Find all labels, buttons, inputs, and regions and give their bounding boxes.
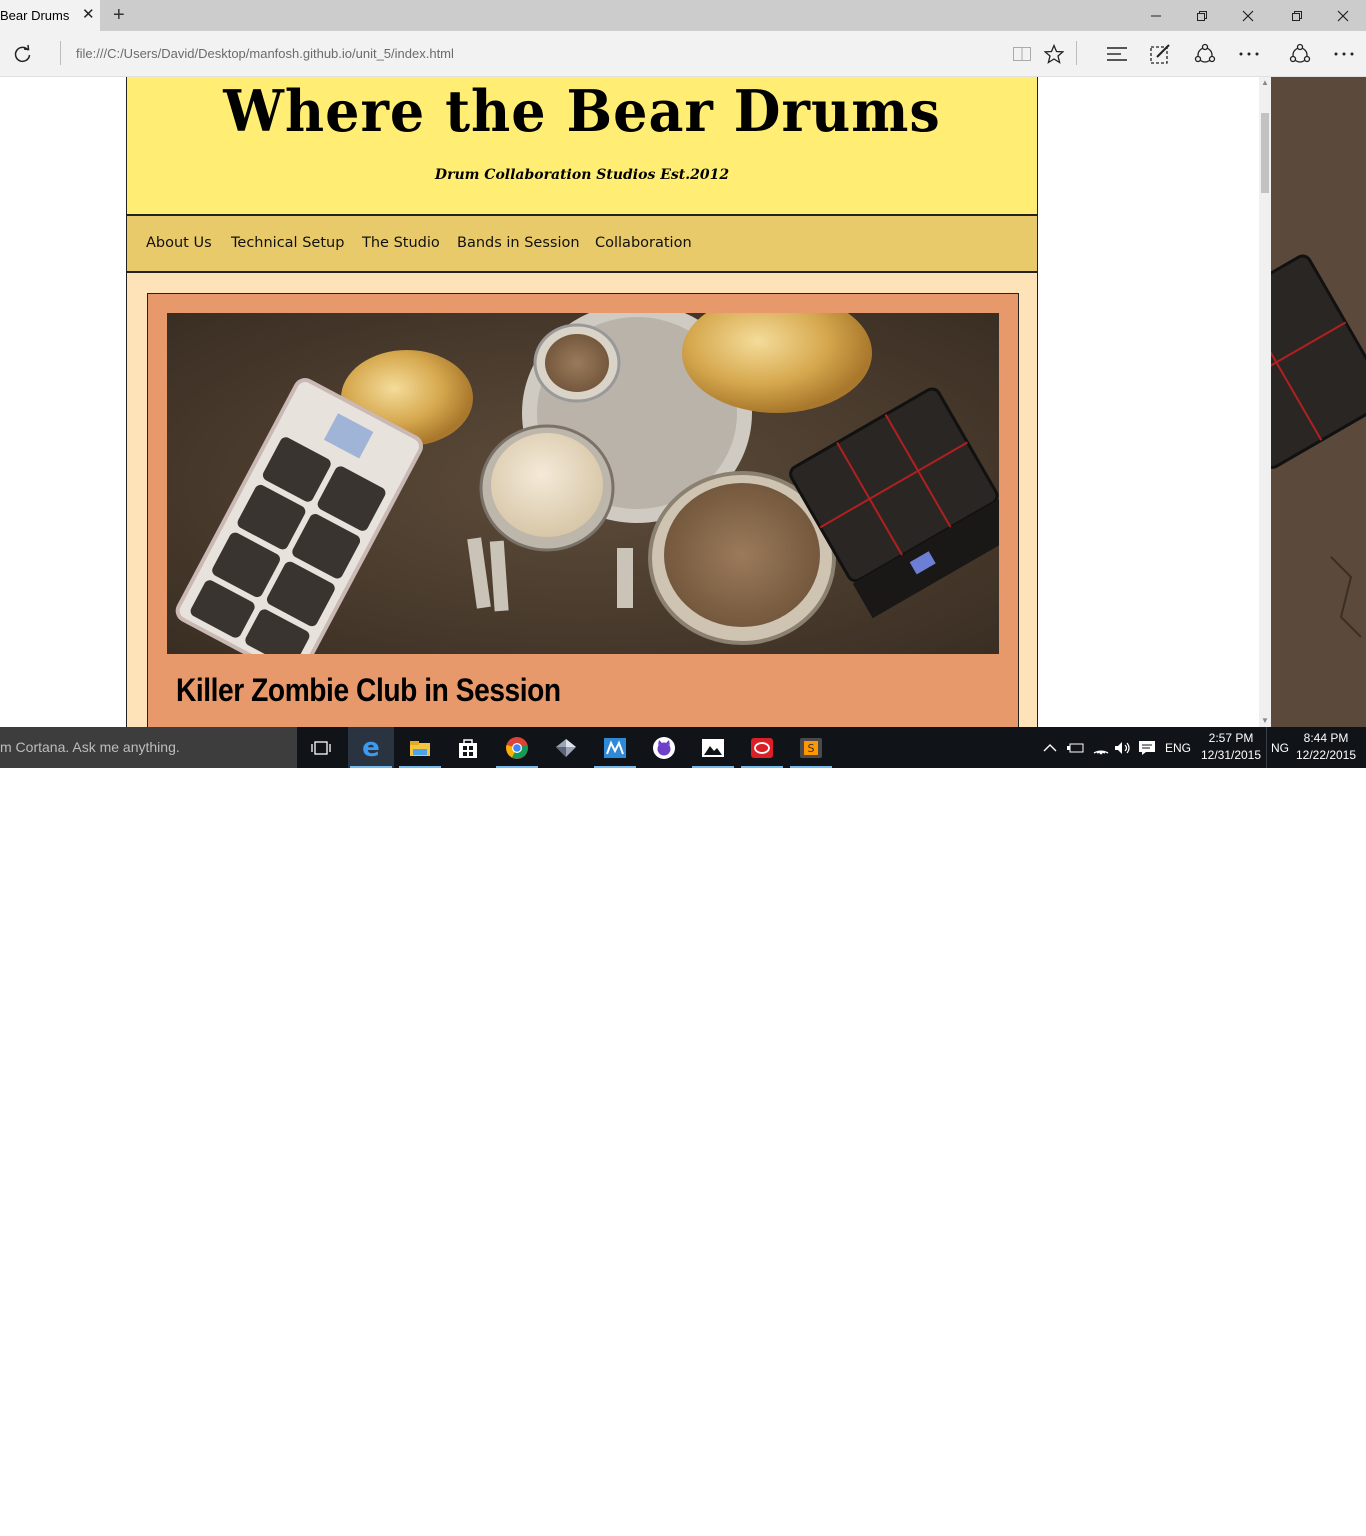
site-nav: About Us Technical Setup The Studio Band… bbox=[127, 216, 1037, 273]
browser-title-bar: Bear Drums ✕ + bbox=[0, 0, 1366, 31]
drum-kit-photo bbox=[167, 313, 999, 654]
nav-link-collaboration[interactable]: Collaboration bbox=[595, 235, 692, 251]
web-note-icon[interactable] bbox=[1147, 41, 1173, 67]
address-separator bbox=[60, 41, 61, 65]
background-window-toolbar bbox=[1271, 31, 1366, 76]
nav-link-bands-in-session[interactable]: Bands in Session bbox=[457, 235, 580, 251]
share-icon[interactable] bbox=[1192, 41, 1218, 67]
running-indicator bbox=[496, 766, 538, 768]
refresh-icon[interactable] bbox=[10, 41, 36, 67]
address-input[interactable]: file:///C:/Users/David/Desktop/manfosh.g… bbox=[76, 46, 454, 61]
running-indicator bbox=[692, 766, 734, 768]
site-header: Where the Bear Drums Drum Collaboration … bbox=[127, 77, 1037, 216]
more-icon[interactable] bbox=[1331, 41, 1357, 67]
github-app-icon[interactable] bbox=[641, 727, 687, 768]
running-indicator bbox=[790, 766, 832, 768]
creative-cloud-icon[interactable] bbox=[739, 727, 785, 768]
background-window-content bbox=[1271, 77, 1366, 727]
photos-app-icon[interactable] bbox=[690, 727, 736, 768]
site-title: Where the Bear Drums bbox=[223, 77, 941, 145]
tray-divider bbox=[1266, 727, 1267, 768]
tab-title: Bear Drums bbox=[0, 8, 70, 23]
file-explorer-icon[interactable] bbox=[397, 727, 443, 768]
sublime-text-icon[interactable]: S bbox=[788, 727, 834, 768]
mathematica-app-icon[interactable] bbox=[592, 727, 638, 768]
scroll-thumb[interactable] bbox=[1261, 113, 1269, 193]
clock-time-secondary: 8:44 PM bbox=[1303, 731, 1349, 745]
minimize-icon[interactable] bbox=[1136, 0, 1176, 31]
cortana-search-text: m Cortana. Ask me anything. bbox=[0, 739, 180, 755]
svg-text:S: S bbox=[808, 742, 815, 755]
show-hidden-icons-chevron-icon[interactable] bbox=[1043, 727, 1059, 768]
cortana-search-box[interactable]: m Cortana. Ask me anything. bbox=[0, 727, 297, 768]
nav-link-about-us[interactable]: About Us bbox=[146, 235, 212, 251]
edge-app-icon[interactable]: e bbox=[348, 727, 394, 768]
store-icon[interactable] bbox=[445, 727, 491, 768]
browser-tab[interactable]: Bear Drums ✕ bbox=[0, 0, 100, 31]
clock-time: 2:57 PM bbox=[1208, 731, 1254, 745]
background-window-title-bar bbox=[1271, 0, 1366, 31]
scroll-up-icon[interactable]: ▲ bbox=[1259, 77, 1271, 89]
page-wrapper: Where the Bear Drums Drum Collaboration … bbox=[126, 77, 1038, 727]
page-scrollbar[interactable]: ▲ ▼ bbox=[1259, 77, 1271, 727]
article-card: Killer Zombie Club in Session bbox=[147, 293, 1019, 727]
language-indicator[interactable]: ENG bbox=[1165, 727, 1191, 768]
hub-icon[interactable] bbox=[1104, 41, 1130, 67]
battery-icon[interactable] bbox=[1066, 727, 1086, 768]
close-tab-icon[interactable]: ✕ bbox=[82, 6, 95, 24]
address-bar-row: file:///C:/Users/David/Desktop/manfosh.g… bbox=[0, 31, 1366, 77]
volume-icon[interactable] bbox=[1114, 727, 1134, 768]
restore-icon[interactable] bbox=[1182, 0, 1222, 31]
article-title: Killer Zombie Club in Session bbox=[176, 672, 561, 708]
sketch-app-icon[interactable] bbox=[543, 727, 589, 768]
restore-icon[interactable] bbox=[1277, 0, 1317, 31]
scroll-down-icon[interactable]: ▼ bbox=[1259, 715, 1271, 727]
clock[interactable]: 2:57 PM 12/31/2015 bbox=[1196, 730, 1266, 764]
more-icon[interactable] bbox=[1236, 41, 1262, 67]
clock-secondary[interactable]: 8:44 PM 12/22/2015 bbox=[1291, 730, 1361, 764]
running-indicator bbox=[741, 766, 783, 768]
clock-date-secondary: 12/22/2015 bbox=[1295, 748, 1357, 762]
task-view-icon[interactable] bbox=[298, 727, 344, 768]
new-tab-icon[interactable]: + bbox=[113, 4, 125, 26]
close-window-icon[interactable] bbox=[1228, 0, 1268, 31]
close-window-icon[interactable] bbox=[1323, 0, 1363, 31]
running-indicator bbox=[399, 766, 441, 768]
share-icon[interactable] bbox=[1287, 41, 1313, 67]
running-indicator bbox=[594, 766, 636, 768]
wifi-icon[interactable] bbox=[1092, 727, 1112, 768]
action-center-icon[interactable] bbox=[1138, 727, 1158, 768]
page-viewport: Where the Bear Drums Drum Collaboration … bbox=[0, 77, 1259, 727]
nav-link-the-studio[interactable]: The Studio bbox=[362, 235, 440, 251]
toolbar-separator bbox=[1076, 41, 1077, 65]
language-indicator-secondary[interactable]: NG bbox=[1271, 727, 1289, 768]
active-indicator bbox=[350, 766, 392, 768]
site-subtitle: Drum Collaboration Studios Est.2012 bbox=[434, 167, 730, 183]
windows-taskbar: m Cortana. Ask me anything. e S ENG 2:57… bbox=[0, 727, 1366, 768]
reading-view-icon[interactable] bbox=[1009, 41, 1035, 67]
chrome-icon[interactable] bbox=[494, 727, 540, 768]
favorite-star-icon[interactable] bbox=[1041, 41, 1067, 67]
nav-link-technical-setup[interactable]: Technical Setup bbox=[231, 235, 344, 251]
clock-date: 12/31/2015 bbox=[1200, 748, 1262, 762]
